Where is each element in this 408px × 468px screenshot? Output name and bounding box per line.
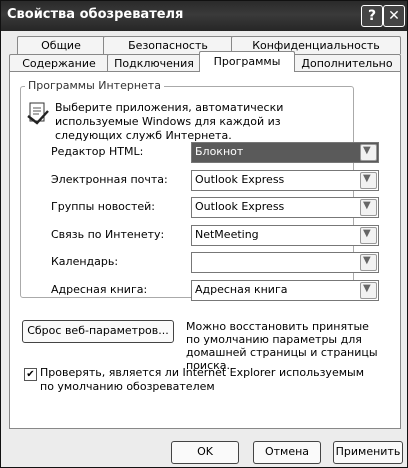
default-browser-label: Проверять, является ли Internet Explorer… — [40, 366, 364, 393]
internet-options-window: Свойства обозревателя ? ✕ Общие Безопасн… — [0, 0, 408, 468]
help-button[interactable]: ? — [361, 5, 383, 27]
internet-programs-group: Программы Интернета Выберите приложения,… — [20, 79, 379, 301]
default-browser-checkbox[interactable]: ✔ — [24, 368, 37, 381]
address-book-label: Адресная книга: — [51, 283, 148, 296]
email-select[interactable]: Outlook Express ▼ — [191, 170, 379, 191]
html-editor-label: Редактор HTML: — [51, 145, 144, 158]
email-value: Outlook Express — [195, 173, 285, 186]
tab-connections[interactable]: Подключения — [107, 54, 201, 72]
intro-text: Выберите приложения, автоматически испол… — [55, 101, 284, 142]
close-button[interactable]: ✕ — [383, 5, 405, 27]
title-bar: Свойства обозревателя ? ✕ — [1, 1, 407, 31]
tab-general[interactable]: Общие — [17, 36, 105, 54]
tab-advanced[interactable]: Дополнительно — [293, 54, 401, 72]
reset-note: Можно восстановить принятые по умолчанию… — [186, 320, 378, 372]
newsgroups-value: Outlook Express — [195, 200, 285, 213]
chevron-down-icon[interactable]: ▼ — [360, 144, 377, 161]
chevron-down-icon[interactable]: ▼ — [360, 254, 377, 271]
programs-icon — [27, 102, 49, 125]
internet-call-label: Связь по Интенету: — [51, 228, 165, 241]
calendar-select[interactable]: ▼ — [191, 252, 379, 273]
calendar-label: Календарь: — [51, 255, 119, 268]
email-label: Электронная почта: — [51, 173, 168, 186]
html-editor-select[interactable]: Блокнот ▼ — [191, 142, 379, 163]
html-editor-value: Блокнот — [195, 145, 244, 158]
internet-call-value: NetMeeting — [195, 228, 259, 241]
reset-web-settings-button[interactable]: Сброс веб-параметров... — [22, 320, 174, 343]
address-book-value: Адресная книга — [195, 283, 288, 296]
tab-content[interactable]: Содержание — [9, 54, 109, 72]
chevron-down-icon[interactable]: ▼ — [360, 227, 377, 244]
apply-button[interactable]: Применить — [333, 441, 403, 464]
chevron-down-icon[interactable]: ▼ — [360, 282, 377, 299]
chevron-down-icon[interactable]: ▼ — [360, 172, 377, 189]
window-title: Свойства обозревателя — [7, 7, 184, 22]
address-book-select[interactable]: Адресная книга ▼ — [191, 280, 379, 301]
cancel-button[interactable]: Отмена — [253, 441, 321, 464]
chevron-down-icon[interactable]: ▼ — [360, 199, 377, 216]
tab-programs[interactable]: Программы — [199, 51, 295, 72]
newsgroups-label: Группы новостей: — [51, 200, 155, 213]
newsgroups-select[interactable]: Outlook Express ▼ — [191, 197, 379, 218]
group-legend: Программы Интернета — [25, 79, 164, 92]
programs-panel: Программы Интернета Выберите приложения,… — [9, 71, 401, 429]
ok-button[interactable]: OK — [171, 441, 239, 464]
internet-call-select[interactable]: NetMeeting ▼ — [191, 225, 379, 246]
